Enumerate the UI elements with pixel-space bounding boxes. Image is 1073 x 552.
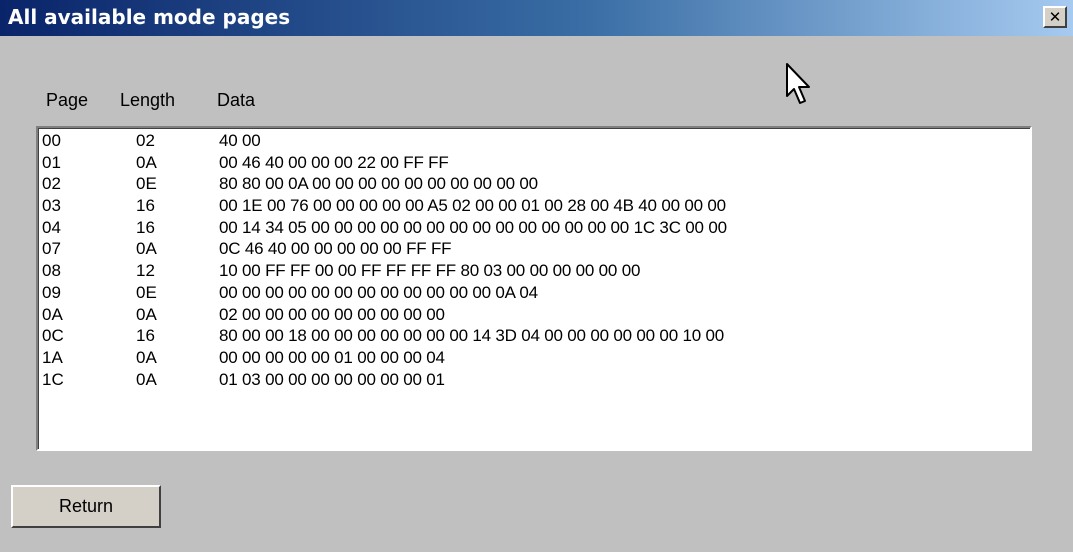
list-item-page: 04 xyxy=(42,217,61,237)
list-item-data: 80 80 00 0A 00 00 00 00 00 00 00 00 00 0… xyxy=(219,174,538,194)
column-header-data: Data xyxy=(217,90,256,110)
list-item-data: 00 1E 00 76 00 00 00 00 00 A5 02 00 00 0… xyxy=(219,196,726,216)
list-item[interactable]: 0C 16 80 00 00 18 00 00 00 00 00 00 00 14 … xyxy=(38,325,1030,347)
title-bar[interactable]: All available mode pages ✕ xyxy=(0,0,1073,36)
close-icon: ✕ xyxy=(1048,8,1062,26)
list-item-length: 12 xyxy=(136,261,155,281)
list-item-length: 0A xyxy=(136,347,157,367)
list-item[interactable]: 01 0A 00 46 40 00 00 00 22 00 FF FF xyxy=(38,152,1030,174)
list-item[interactable]: 1A 0A 00 00 00 00 00 01 00 00 00 04 xyxy=(38,347,1030,369)
list-item-data: 0C 46 40 00 00 00 00 00 FF FF xyxy=(219,239,452,259)
list-item-length: 02 xyxy=(136,131,155,150)
mode-pages-list[interactable]: 00 02 40 00 01 0A 00 46 40 00 00 00 22 00 FF … xyxy=(36,126,1032,451)
list-item[interactable]: 07 0A 0C 46 40 00 00 00 00 00 FF FF xyxy=(38,238,1030,260)
list-item-length: 16 xyxy=(136,196,155,216)
list-item-data: 00 46 40 00 00 00 22 00 FF FF xyxy=(219,152,449,172)
list-item-data: 80 00 00 18 00 00 00 00 00 00 00 14 3D 0… xyxy=(219,326,725,346)
list-item-length: 0E xyxy=(136,174,157,194)
list-item-length: 16 xyxy=(136,217,155,237)
list-item[interactable]: 08 12 10 00 FF FF 00 00 FF FF FF FF 80 03 … xyxy=(38,260,1030,282)
list-item-page: 09 xyxy=(42,282,61,302)
list-item-page: 1C xyxy=(42,369,64,389)
list-item-data: 40 00 xyxy=(219,131,261,150)
list-item-page: 07 xyxy=(42,239,61,259)
return-button[interactable]: Return xyxy=(11,485,161,528)
list-item-page: 1A xyxy=(42,347,63,367)
list-item[interactable]: 00 02 40 00 xyxy=(38,130,1030,152)
list-item-page: 00 xyxy=(42,131,61,150)
list-item-length: 0A xyxy=(136,152,157,172)
list-item-data: 00 14 34 05 00 00 00 00 00 00 00 00 00 0… xyxy=(219,217,727,237)
list-item-data: 02 00 00 00 00 00 00 00 00 00 xyxy=(219,304,445,324)
column-header-page: Page xyxy=(46,90,89,110)
list-item-length: 0A xyxy=(136,304,157,324)
column-header-length: Length xyxy=(120,90,176,110)
window-title: All available mode pages xyxy=(8,5,291,29)
list-item-page: 0A xyxy=(42,304,63,324)
list-item-page: 01 xyxy=(42,152,61,172)
list-item-length: 0E xyxy=(136,282,157,302)
list-item[interactable]: 0A 0A 02 00 00 00 00 00 00 00 00 00 xyxy=(38,304,1030,326)
list-item-page: 02 xyxy=(42,174,61,194)
list-item-data: 00 00 00 00 00 01 00 00 00 04 xyxy=(219,347,445,367)
mode-pages-window: All available mode pages ✕ Page Length D… xyxy=(0,0,1073,552)
list-item[interactable]: 09 0E 00 00 00 00 00 00 00 00 00 00 00 00 … xyxy=(38,282,1030,304)
list-item[interactable]: 1C 0A 01 03 00 00 00 00 00 00 00 01 xyxy=(38,369,1030,391)
list-item[interactable]: 04 16 00 14 34 05 00 00 00 00 00 00 00 00 … xyxy=(38,217,1030,239)
close-button[interactable]: ✕ xyxy=(1043,6,1067,28)
list-item-length: 0A xyxy=(136,239,157,259)
return-button-label: Return xyxy=(58,496,114,516)
list-item[interactable]: 03 16 00 1E 00 76 00 00 00 00 00 A5 02 00 … xyxy=(38,195,1030,217)
list-item-length: 0A xyxy=(136,369,157,389)
list-item-data: 10 00 FF FF 00 00 FF FF FF FF 80 03 00 0… xyxy=(219,261,641,281)
list-item-page: 0C xyxy=(42,326,64,346)
mouse-pointer-icon xyxy=(786,63,810,104)
list-item-data: 00 00 00 00 00 00 00 00 00 00 00 00 0A 0… xyxy=(219,282,538,302)
list-item-page: 08 xyxy=(42,261,61,281)
list-item[interactable]: 02 0E 80 80 00 0A 00 00 00 00 00 00 00 00 … xyxy=(38,173,1030,195)
list-item-data: 01 03 00 00 00 00 00 00 00 01 xyxy=(219,369,445,389)
list-item-page: 03 xyxy=(42,196,61,216)
list-item-length: 16 xyxy=(136,326,155,346)
